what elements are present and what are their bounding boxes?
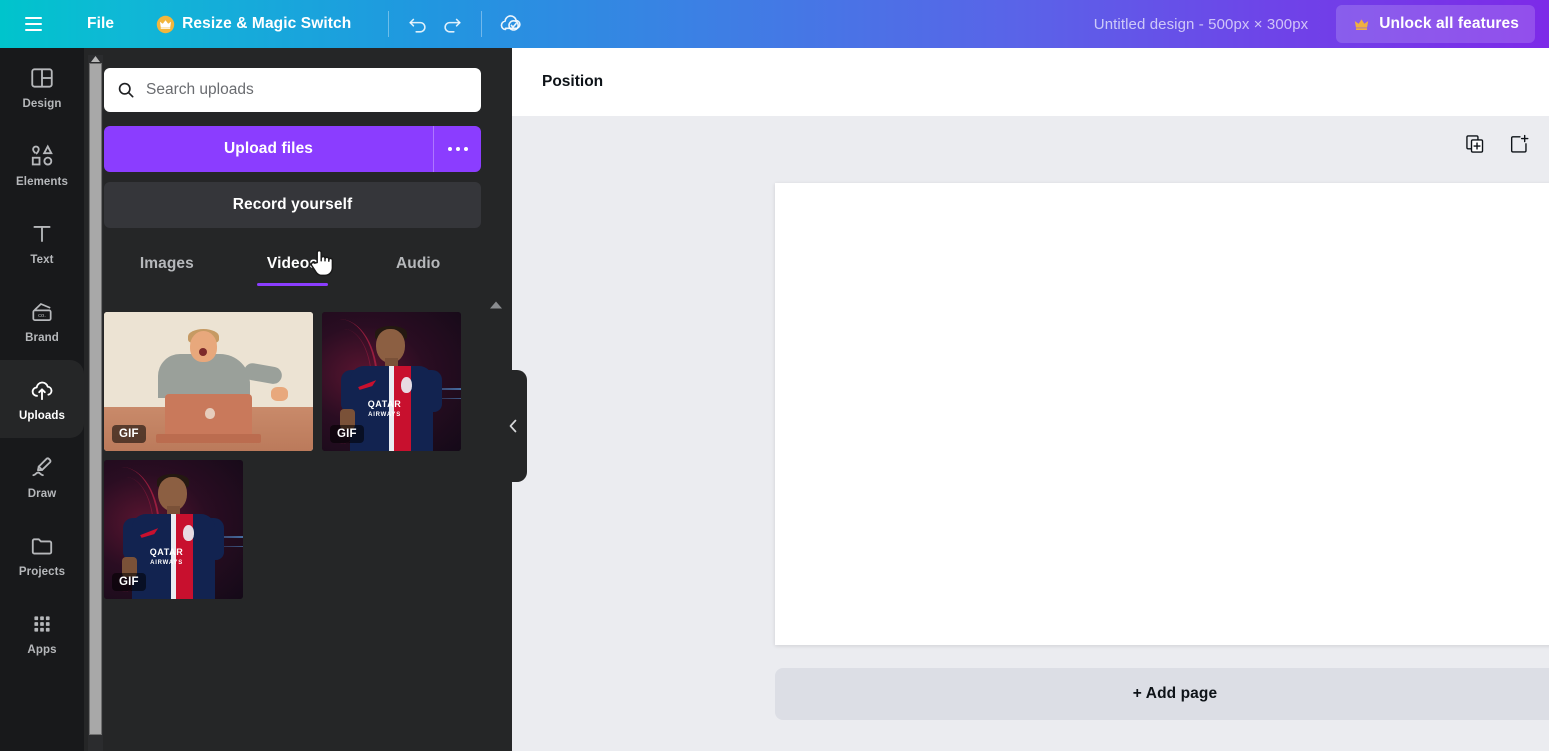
hamburger-menu-icon[interactable]	[18, 9, 48, 39]
layout-icon	[31, 67, 53, 88]
sidebar-item-projects[interactable]: Projects	[0, 516, 84, 594]
sidebar-item-label: Draw	[27, 487, 57, 500]
upload-thumbnail-psg-gif-1[interactable]: QATAR AIRWAYS GIF	[322, 312, 461, 451]
upload-thumbnail-psg-gif-2[interactable]: QATAR AIRWAYS GIF	[104, 460, 243, 599]
search-uploads-field[interactable]	[104, 68, 481, 112]
uploads-panel-header: Upload files Record yourself Images Vide…	[84, 48, 512, 286]
cloud-upload-icon	[31, 381, 53, 400]
sidebar-item-label: Projects	[18, 565, 66, 578]
brand-card-icon: co.	[32, 302, 52, 321]
scrollbar-thumb[interactable]	[89, 63, 102, 735]
jersey-sponsor-text: QATAR AIRWAYS	[367, 398, 402, 418]
toolbar-divider	[388, 11, 390, 37]
jersey-sponsor-text: QATAR AIRWAYS	[149, 546, 184, 566]
left-rail: Design Elements Text co. Brand Uploads D…	[0, 48, 84, 751]
sidebar-item-brand[interactable]: co. Brand	[0, 282, 84, 360]
sidebar-item-design[interactable]: Design	[0, 48, 84, 126]
toolbar-divider	[481, 11, 483, 37]
panel-scrollbar[interactable]	[88, 55, 103, 751]
add-page-icon[interactable]	[1505, 130, 1533, 158]
unlock-label: Unlock all features	[1379, 15, 1519, 32]
file-menu-button[interactable]: File	[78, 9, 123, 39]
sidebar-item-label: Design	[22, 97, 62, 110]
sidebar-item-text[interactable]: Text	[0, 204, 84, 282]
page-actions	[1461, 130, 1533, 158]
gif-badge: GIF	[330, 425, 364, 443]
crown-icon	[156, 15, 175, 33]
position-button[interactable]: Position	[532, 66, 613, 98]
search-icon	[118, 82, 134, 98]
svg-text:co.: co.	[38, 312, 46, 318]
upload-files-button[interactable]: Upload files	[104, 126, 433, 172]
redo-icon[interactable]	[435, 7, 469, 41]
canva-editor-window: File Resize & Magic Switch Untitled desi…	[0, 0, 1549, 751]
thumbnail-grid: GIF QATAR AIRWAYS GIF QATAR AIRWAYS GIF	[104, 312, 474, 599]
upload-button-row: Upload files	[104, 126, 481, 172]
ellipsis-dot	[455, 147, 460, 151]
gif-badge: GIF	[112, 573, 146, 591]
tab-images[interactable]: Images	[104, 244, 230, 286]
text-t-icon	[33, 225, 51, 242]
uploads-panel: Upload files Record yourself Images Vide…	[84, 48, 512, 751]
sidebar-item-draw[interactable]: Draw	[0, 438, 84, 516]
design-canvas-page[interactable]	[775, 183, 1549, 645]
cloud-check-icon[interactable]	[494, 7, 528, 41]
uploads-tabs: Images Videos Audio	[104, 244, 481, 286]
add-page-button[interactable]: + Add page	[775, 668, 1549, 720]
tab-audio[interactable]: Audio	[355, 244, 481, 286]
sidebar-item-apps[interactable]: Apps	[0, 594, 84, 672]
crown-icon	[1355, 18, 1369, 30]
tab-videos[interactable]: Videos	[230, 244, 356, 286]
editor-toolbar: Position	[512, 48, 1549, 116]
undo-icon[interactable]	[401, 7, 435, 41]
resize-magic-switch-button[interactable]: Resize & Magic Switch	[147, 9, 360, 40]
sidebar-item-label: Text	[30, 253, 54, 266]
pen-draw-icon	[32, 456, 52, 476]
record-yourself-button[interactable]: Record yourself	[104, 182, 481, 228]
folder-icon	[31, 537, 53, 555]
design-title[interactable]: Untitled design - 500px × 300px	[1084, 10, 1319, 39]
unlock-all-features-button[interactable]: Unlock all features	[1336, 5, 1535, 43]
ellipsis-dot	[463, 147, 468, 151]
duplicate-page-icon[interactable]	[1461, 130, 1489, 158]
search-input[interactable]	[146, 81, 481, 99]
upload-more-options-button[interactable]	[433, 126, 481, 172]
scrollbar-up-arrow-icon[interactable]	[90, 55, 101, 63]
collapse-panel-button[interactable]	[500, 370, 527, 482]
ellipsis-dot	[447, 147, 452, 151]
sidebar-item-label: Uploads	[18, 409, 66, 422]
uploads-thumbnail-list: GIF QATAR AIRWAYS GIF QATAR AIRWAYS GIF	[84, 296, 492, 751]
chevron-left-icon	[509, 419, 517, 433]
caret-up-icon[interactable]	[489, 300, 503, 310]
hamburger-line	[24, 17, 42, 19]
sidebar-item-label: Elements	[16, 175, 68, 188]
resize-magic-switch-label: Resize & Magic Switch	[182, 15, 352, 32]
hamburger-line	[24, 29, 42, 31]
sidebar-item-label: Brand	[25, 331, 59, 344]
shapes-icon	[31, 144, 53, 165]
hamburger-line	[24, 23, 42, 25]
editor-workspace: Position + Add page	[512, 48, 1549, 751]
gif-badge: GIF	[112, 425, 146, 443]
sidebar-item-label: Apps	[27, 643, 57, 656]
upload-thumbnail-laptop-gif[interactable]: GIF	[104, 312, 313, 451]
add-page-label: + Add page	[1132, 685, 1218, 702]
sidebar-item-elements[interactable]: Elements	[0, 126, 84, 204]
top-bar: File Resize & Magic Switch Untitled desi…	[0, 0, 1549, 48]
grid-dots-icon	[34, 615, 50, 632]
sidebar-item-uploads[interactable]: Uploads	[0, 360, 84, 438]
